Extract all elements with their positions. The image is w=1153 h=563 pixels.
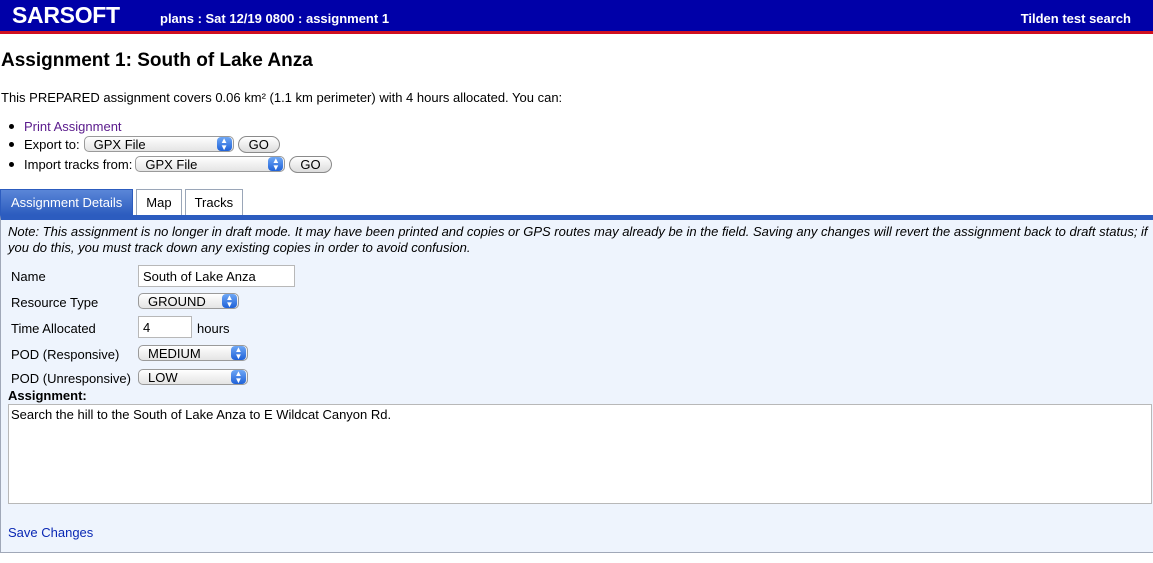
- time-allocated-input[interactable]: 4: [138, 316, 192, 338]
- export-go-button[interactable]: GO: [237, 135, 280, 153]
- search-name[interactable]: Tilden test search: [1021, 11, 1131, 26]
- pod-responsive-label: POD (Responsive): [11, 347, 120, 362]
- tab-tracks[interactable]: Tracks: [184, 189, 244, 215]
- export-format-select[interactable]: GPX File ▲ ▼: [83, 136, 234, 152]
- select-arrows-icon: ▲ ▼: [216, 137, 232, 152]
- page-title: Assignment 1: South of Lake Anza: [1, 50, 313, 71]
- brand-logo[interactable]: SARSOFT: [12, 2, 120, 29]
- draft-mode-note: Note: This assignment is no longer in dr…: [8, 224, 1148, 255]
- import-format-select[interactable]: GPX File ▲ ▼: [135, 156, 286, 172]
- import-go-button[interactable]: GO: [289, 155, 332, 173]
- action-print: Print Assignment: [9, 118, 332, 134]
- action-list: Print Assignment Export to: GPX File ▲ ▼ …: [9, 118, 332, 174]
- time-unit-label: hours: [197, 321, 230, 336]
- select-arrows-icon: ▲ ▼: [231, 346, 246, 361]
- action-import: Import tracks from: GPX File ▲ ▼ GO: [9, 154, 332, 174]
- select-arrows-icon: ▲ ▼: [231, 370, 246, 385]
- tab-assignment-details[interactable]: Assignment Details: [0, 189, 134, 215]
- assignment-details-panel: Note: This assignment is no longer in dr…: [0, 215, 1153, 553]
- export-label: Export to:: [24, 136, 80, 152]
- print-assignment-link[interactable]: Print Assignment: [24, 119, 122, 134]
- assignment-textarea[interactable]: Search the hill to the South of Lake Anz…: [8, 404, 1152, 504]
- tab-map[interactable]: Map: [136, 189, 182, 215]
- pod-unresponsive-label: POD (Unresponsive): [11, 371, 131, 386]
- resource-type-select[interactable]: GROUND ▲ ▼: [138, 293, 239, 309]
- import-format-value: GPX File: [145, 156, 198, 172]
- resource-type-label: Resource Type: [11, 295, 99, 310]
- pod-responsive-value: MEDIUM: [148, 345, 201, 361]
- save-changes-link[interactable]: Save Changes: [8, 525, 93, 540]
- name-input[interactable]: South of Lake Anza: [138, 265, 295, 287]
- name-label: Name: [11, 269, 46, 284]
- select-arrows-icon: ▲ ▼: [222, 294, 237, 309]
- assignment-label: Assignment:: [8, 388, 87, 403]
- pod-unresponsive-select[interactable]: LOW ▲ ▼: [138, 369, 248, 385]
- action-export: Export to: GPX File ▲ ▼ GO: [9, 134, 332, 154]
- import-label: Import tracks from:: [24, 156, 133, 172]
- pod-unresponsive-value: LOW: [148, 369, 178, 385]
- export-format-value: GPX File: [93, 136, 146, 152]
- resource-type-value: GROUND: [148, 293, 206, 309]
- select-arrows-icon: ▲ ▼: [268, 157, 284, 172]
- breadcrumb[interactable]: plans : Sat 12/19 0800 : assignment 1: [160, 11, 389, 26]
- time-allocated-label: Time Allocated: [11, 321, 96, 336]
- header-bar: SARSOFT plans : Sat 12/19 0800 : assignm…: [0, 0, 1153, 34]
- pod-responsive-select[interactable]: MEDIUM ▲ ▼: [138, 345, 248, 361]
- assignment-summary: This PREPARED assignment covers 0.06 km²…: [1, 90, 563, 105]
- tab-bar: Assignment Details Map Tracks: [0, 189, 246, 215]
